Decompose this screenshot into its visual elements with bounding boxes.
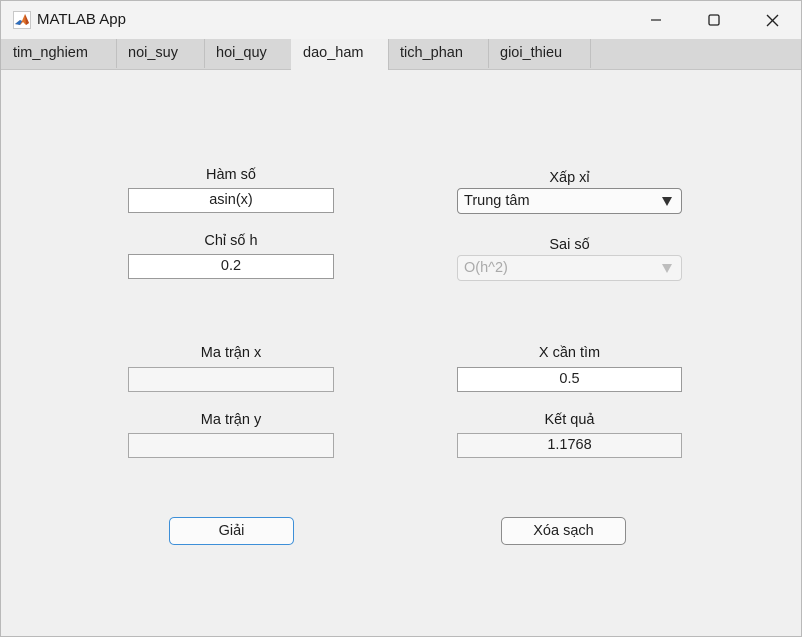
minimize-button[interactable] xyxy=(633,1,679,39)
matlab-logo-icon xyxy=(13,11,31,29)
tab-hoi-quy[interactable]: hoi_quy xyxy=(204,39,292,68)
window-title: MATLAB App xyxy=(37,11,126,28)
sai-so-label: Sai số xyxy=(549,237,590,253)
tab-tim-nghiem[interactable]: tim_nghiem xyxy=(1,39,117,68)
chevron-down-icon xyxy=(662,197,672,206)
clear-button[interactable]: Xóa sạch xyxy=(501,517,626,545)
chi-so-h-input[interactable]: 0.2 xyxy=(128,254,334,279)
ket-qua-label: Kết quả xyxy=(544,412,595,428)
maximize-button[interactable] xyxy=(691,1,737,39)
ham-so-label: Hàm số xyxy=(206,167,256,183)
ket-qua-field[interactable]: 1.1768 xyxy=(457,433,682,458)
tab-gioi-thieu[interactable]: gioi_thieu xyxy=(488,39,591,68)
dao-ham-panel: Hàm số asin(x) Chỉ số h 0.2 Ma trận x Ma… xyxy=(1,70,801,636)
title-bar: MATLAB App xyxy=(1,1,801,39)
ham-so-input[interactable]: asin(x) xyxy=(128,188,334,213)
ma-tran-y-field[interactable] xyxy=(128,433,334,458)
sai-so-selected-value: O(h^2) xyxy=(464,260,508,276)
app-window: MATLAB App tim_nghiem noi_suy hoi_quy da… xyxy=(0,0,802,637)
tab-tich-phan[interactable]: tich_phan xyxy=(388,39,489,68)
ma-tran-y-label: Ma trận y xyxy=(200,412,262,428)
x-can-tim-label: X cần tìm xyxy=(538,345,601,361)
sai-so-dropdown: O(h^2) xyxy=(457,255,682,281)
xap-xi-label: Xấp xỉ xyxy=(549,170,590,186)
xap-xi-selected-value: Trung tâm xyxy=(464,193,530,209)
ma-tran-x-label: Ma trận x xyxy=(200,345,262,361)
minimize-icon xyxy=(651,19,661,21)
tab-dao-ham[interactable]: dao_ham xyxy=(291,39,389,70)
x-can-tim-input[interactable]: 0.5 xyxy=(457,367,682,392)
close-button[interactable] xyxy=(749,1,795,39)
maximize-icon xyxy=(708,14,720,26)
tab-bar: tim_nghiem noi_suy hoi_quy dao_ham tich_… xyxy=(1,39,801,70)
xap-xi-dropdown[interactable]: Trung tâm xyxy=(457,188,682,214)
close-icon xyxy=(766,14,778,26)
solve-button[interactable]: Giải xyxy=(169,517,294,545)
chevron-down-icon xyxy=(662,264,672,273)
chi-so-h-label: Chỉ số h xyxy=(204,233,258,249)
tab-noi-suy[interactable]: noi_suy xyxy=(116,39,205,68)
ma-tran-x-field[interactable] xyxy=(128,367,334,392)
